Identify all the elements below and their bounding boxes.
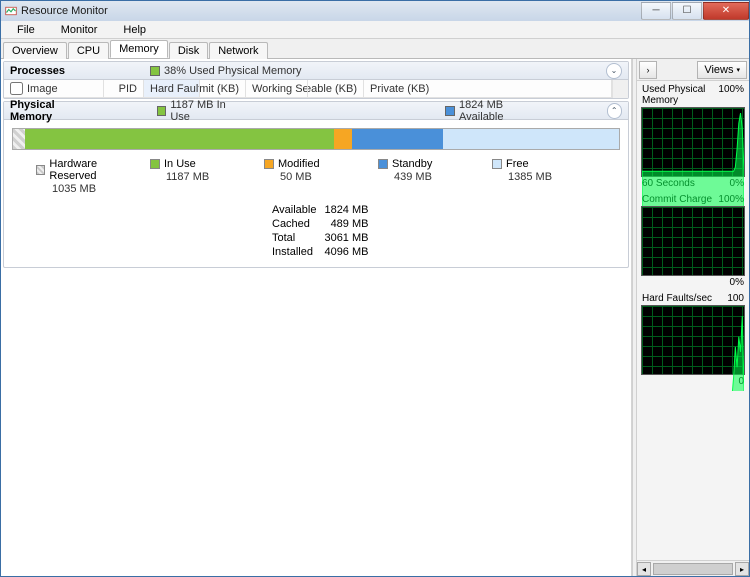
memory-stats: Available Cached Total Installed 1824 MB…	[12, 203, 620, 259]
legend-hw: Hardware Reserved 1035 MB	[36, 158, 140, 195]
legend-standby: Standby 439 MB	[378, 158, 482, 195]
legend-modified: Modified 50 MB	[264, 158, 368, 195]
charts: Used Physical Memory100% 60 Seconds0% Co…	[637, 81, 749, 391]
tabs: Overview CPU Memory Disk Network	[1, 39, 749, 59]
tab-disk[interactable]: Disk	[169, 42, 208, 59]
main-pane: Processes 38% Used Physical Memory ⌄ Ima…	[1, 59, 632, 576]
side-hscrollbar[interactable]: ◂ ▸	[637, 560, 749, 576]
scroll-thumb[interactable]	[653, 563, 733, 575]
physmem-body: Hardware Reserved 1035 MB In Use 1187 MB…	[4, 120, 628, 267]
physmem-inuse-info: 1187 MB In Use	[157, 99, 246, 123]
scrollbar-stub[interactable]	[612, 80, 628, 98]
tab-cpu[interactable]: CPU	[68, 42, 109, 59]
scroll-right-icon[interactable]: ▸	[735, 562, 749, 576]
col-pid[interactable]: PID	[104, 80, 144, 97]
memory-legend: Hardware Reserved 1035 MB In Use 1187 MB…	[12, 158, 620, 195]
available-icon	[445, 106, 455, 116]
window: Resource Monitor ─ ☐ ✕ File Monitor Help…	[0, 0, 750, 577]
titlebar[interactable]: Resource Monitor ─ ☐ ✕	[1, 1, 749, 21]
chevron-down-icon[interactable]: ⌄	[606, 63, 622, 79]
scroll-left-icon[interactable]: ◂	[637, 562, 651, 576]
menu-file[interactable]: File	[5, 23, 47, 37]
views-button[interactable]: Views ▾	[697, 61, 747, 79]
seg-standby	[352, 129, 443, 149]
select-all-checkbox[interactable]	[10, 82, 23, 95]
menu-monitor[interactable]: Monitor	[49, 23, 110, 37]
chart-hard-faults: Hard Faults/sec100 0	[641, 293, 745, 388]
physmem-available-info: 1824 MB Available	[445, 99, 546, 123]
legend-free: Free 1385 MB	[492, 158, 596, 195]
tab-network[interactable]: Network	[209, 42, 267, 59]
col-working-set[interactable]: Working Set (K...	[246, 80, 308, 97]
col-image[interactable]: Image	[4, 80, 104, 97]
physmem-header[interactable]: Physical Memory 1187 MB In Use 1824 MB A…	[4, 102, 628, 120]
memory-usage-icon	[150, 66, 160, 76]
minimize-button[interactable]: ─	[641, 2, 671, 20]
seg-in-use	[25, 129, 334, 149]
legend-inuse: In Use 1187 MB	[150, 158, 254, 195]
side-pane: › Views ▾ Used Physical Memory100% 60 Se…	[637, 59, 749, 576]
seg-hardware-reserved	[13, 129, 25, 149]
app-icon	[5, 5, 17, 17]
chart-commit-charge: Commit Charge100% 0%	[641, 194, 745, 289]
dropdown-icon: ▾	[736, 66, 740, 74]
memory-bar	[12, 128, 620, 150]
seg-free	[443, 129, 619, 149]
seg-modified	[334, 129, 352, 149]
window-buttons: ─ ☐ ✕	[640, 2, 749, 20]
tab-overview[interactable]: Overview	[3, 42, 67, 59]
physmem-title: Physical Memory	[10, 99, 97, 123]
window-title: Resource Monitor	[21, 5, 640, 17]
col-shareable[interactable]: Shareable (KB)	[308, 80, 364, 97]
collapse-side-button[interactable]: ›	[639, 61, 657, 79]
col-commit[interactable]: Commit (KB)	[200, 80, 246, 97]
close-button[interactable]: ✕	[703, 2, 749, 20]
physical-memory-panel: Physical Memory 1187 MB In Use 1824 MB A…	[3, 101, 629, 268]
col-private[interactable]: Private (KB)	[364, 80, 612, 97]
processes-header[interactable]: Processes 38% Used Physical Memory ⌄	[4, 62, 628, 80]
chevron-up-icon[interactable]: ⌃	[607, 103, 623, 119]
menubar: File Monitor Help	[1, 21, 749, 39]
body: Processes 38% Used Physical Memory ⌄ Ima…	[1, 59, 749, 576]
maximize-button[interactable]: ☐	[672, 2, 702, 20]
tab-memory[interactable]: Memory	[110, 40, 168, 58]
chart-used-memory: Used Physical Memory100% 60 Seconds0%	[641, 84, 745, 190]
processes-panel: Processes 38% Used Physical Memory ⌄ Ima…	[3, 61, 629, 99]
side-toolbar: › Views ▾	[637, 59, 749, 81]
processes-title: Processes	[10, 65, 90, 77]
inuse-icon	[157, 106, 167, 116]
col-hard-faults[interactable]: Hard Faults...	[144, 80, 200, 97]
menu-help[interactable]: Help	[111, 23, 158, 37]
processes-summary: 38% Used Physical Memory	[150, 65, 302, 77]
processes-columns: Image PID Hard Faults... Commit (KB) Wor…	[4, 80, 628, 98]
